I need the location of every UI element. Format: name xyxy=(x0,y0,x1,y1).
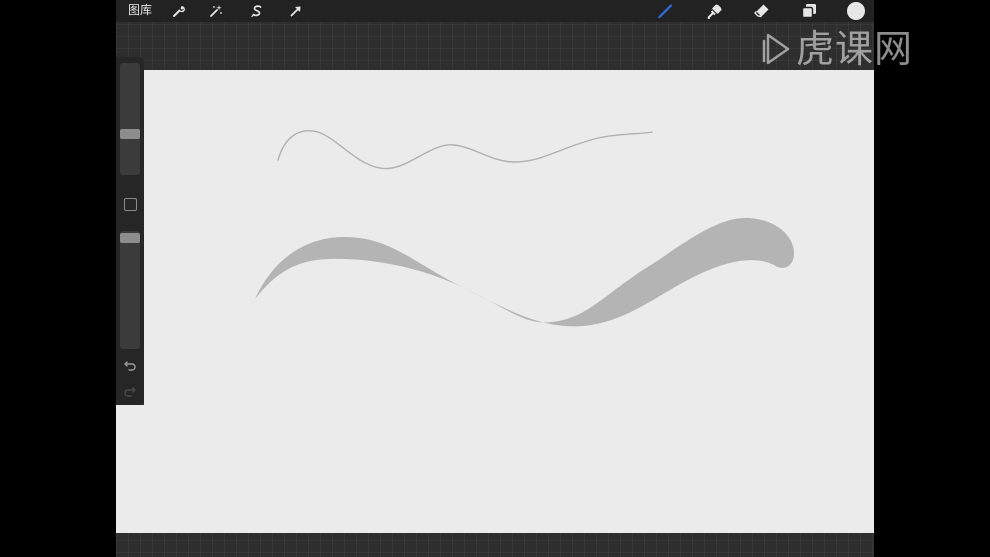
color-icon xyxy=(847,2,865,20)
eraser-button[interactable] xyxy=(751,0,773,22)
procreate-screen: 图库 xyxy=(116,0,874,557)
modify-button[interactable] xyxy=(124,198,137,211)
brush-size-thumb[interactable] xyxy=(120,129,140,140)
undo-icon[interactable] xyxy=(122,357,138,373)
watermark-text: 虎课网 xyxy=(796,27,914,71)
smudge-icon xyxy=(707,4,722,19)
brush-icon xyxy=(658,4,673,19)
play-logo-icon xyxy=(762,33,790,65)
move-arrow-icon xyxy=(290,6,301,17)
layers-button[interactable] xyxy=(798,0,820,22)
gallery-button[interactable]: 图库 xyxy=(128,2,152,18)
left-sidebar xyxy=(116,57,144,405)
selection-icon xyxy=(251,5,262,18)
top-toolbar: 图库 xyxy=(116,0,874,22)
redo-icon[interactable] xyxy=(122,383,138,399)
layers-icon xyxy=(801,4,816,19)
opacity-slider[interactable] xyxy=(120,231,140,349)
canvas-left-area[interactable] xyxy=(116,405,144,533)
thick-wavy-stroke xyxy=(255,217,794,327)
magic-wand-icon xyxy=(210,5,222,17)
wrench-icon xyxy=(173,6,185,17)
adjustments-button[interactable] xyxy=(205,0,227,22)
watermark: 虎课网 xyxy=(762,26,974,72)
canvas-strokes xyxy=(255,130,794,327)
actions-button[interactable] xyxy=(168,0,190,22)
color-button[interactable] xyxy=(845,0,867,22)
brush-size-slider[interactable] xyxy=(120,63,140,175)
smudge-button[interactable] xyxy=(704,0,726,22)
thin-wavy-stroke xyxy=(277,130,653,170)
brush-button[interactable] xyxy=(654,0,676,22)
drawing-canvas[interactable] xyxy=(144,70,874,533)
eraser-icon xyxy=(754,4,769,18)
transform-button[interactable] xyxy=(285,0,307,22)
selection-button[interactable] xyxy=(246,0,268,22)
opacity-thumb[interactable] xyxy=(120,233,140,244)
